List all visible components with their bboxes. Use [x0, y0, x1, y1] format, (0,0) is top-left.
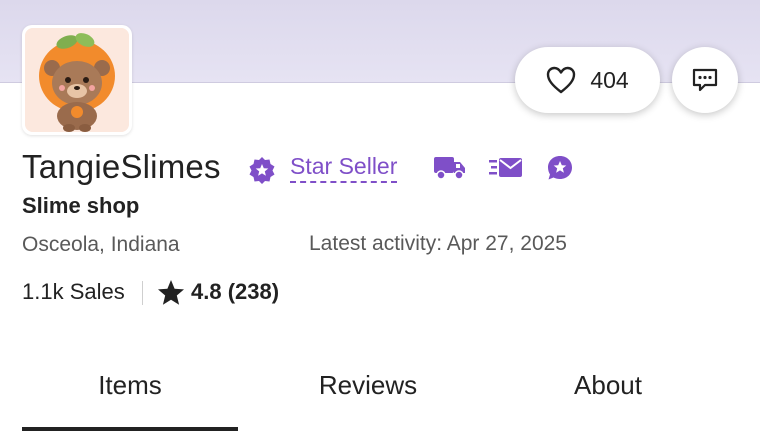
tab-about[interactable]: About	[500, 370, 716, 401]
shop-location: Osceola, Indiana	[22, 233, 180, 256]
shop-tagline: Slime shop	[22, 193, 140, 218]
star-seller-badge-icon	[249, 157, 275, 184]
tab-selected-indicator	[22, 427, 238, 431]
sales-count: 1.1k Sales	[22, 279, 125, 304]
stats-divider	[142, 281, 143, 305]
message-shop-button[interactable]	[672, 47, 738, 113]
shop-avatar[interactable]	[22, 25, 132, 135]
chat-bubble-icon	[692, 68, 718, 92]
latest-activity: Latest activity: Apr 27, 2025	[309, 232, 567, 255]
shop-rating[interactable]: 4.8 (238)	[191, 279, 279, 305]
tab-reviews[interactable]: Reviews	[260, 370, 476, 401]
shipping-truck-icon	[434, 157, 465, 180]
favorite-shop-button[interactable]: 404	[515, 47, 660, 113]
review-badge-icon	[548, 156, 572, 180]
shop-name: TangieSlimes	[22, 148, 221, 185]
star-icon	[158, 280, 184, 305]
bear-logo-icon	[25, 28, 129, 132]
favorite-count: 404	[590, 66, 629, 93]
tab-items[interactable]: Items	[22, 370, 238, 401]
fast-message-icon	[489, 158, 522, 177]
heart-icon	[547, 66, 576, 94]
star-seller-link[interactable]: Star Seller	[290, 153, 398, 183]
